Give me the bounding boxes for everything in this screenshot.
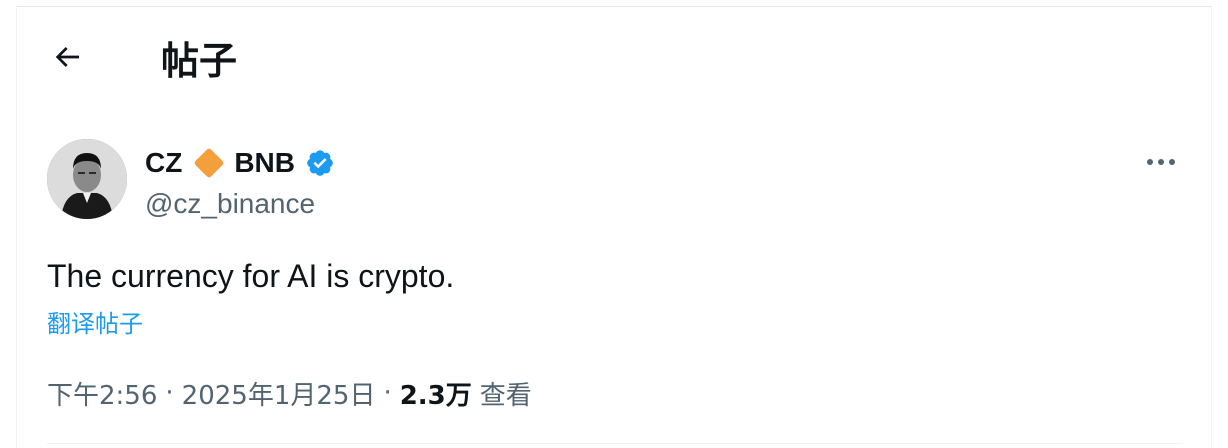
arrow-left-icon — [51, 41, 83, 78]
author-name-part1: CZ — [145, 147, 183, 178]
translate-post-link[interactable]: 翻译帖子 — [47, 309, 143, 339]
views-count[interactable]: 2.3万 — [400, 375, 472, 412]
post-date[interactable]: 2025年1月25日 — [182, 375, 376, 412]
post-time[interactable]: 下午2:56 — [47, 375, 157, 412]
post-text: The currency for AI is crypto. — [47, 258, 455, 294]
verified-badge-icon — [305, 148, 335, 178]
divider — [47, 443, 1183, 444]
avatar-photo — [47, 139, 127, 219]
views-label: 查看 — [479, 380, 532, 411]
avatar[interactable] — [47, 139, 127, 219]
more-button[interactable] — [1137, 143, 1185, 183]
page-title: 帖子 — [161, 39, 238, 83]
author-handle[interactable]: @cz_binance — [145, 187, 315, 221]
author-name-part2: BNB — [234, 147, 295, 178]
back-button[interactable] — [45, 37, 89, 81]
meta-separator: · — [165, 378, 174, 408]
header-bar: 帖子 — [17, 7, 1211, 113]
diamond-orange-icon — [193, 147, 225, 179]
post-detail-panel: 帖子 CZ BNB @cz_binance The currency for A… — [16, 6, 1212, 448]
post-meta: 下午2:56 · 2025年1月25日 · 2.3万 查看 — [47, 375, 532, 411]
more-horizontal-icon — [1145, 154, 1177, 172]
author-name-row[interactable]: CZ BNB — [145, 143, 335, 183]
meta-separator: · — [383, 378, 392, 408]
